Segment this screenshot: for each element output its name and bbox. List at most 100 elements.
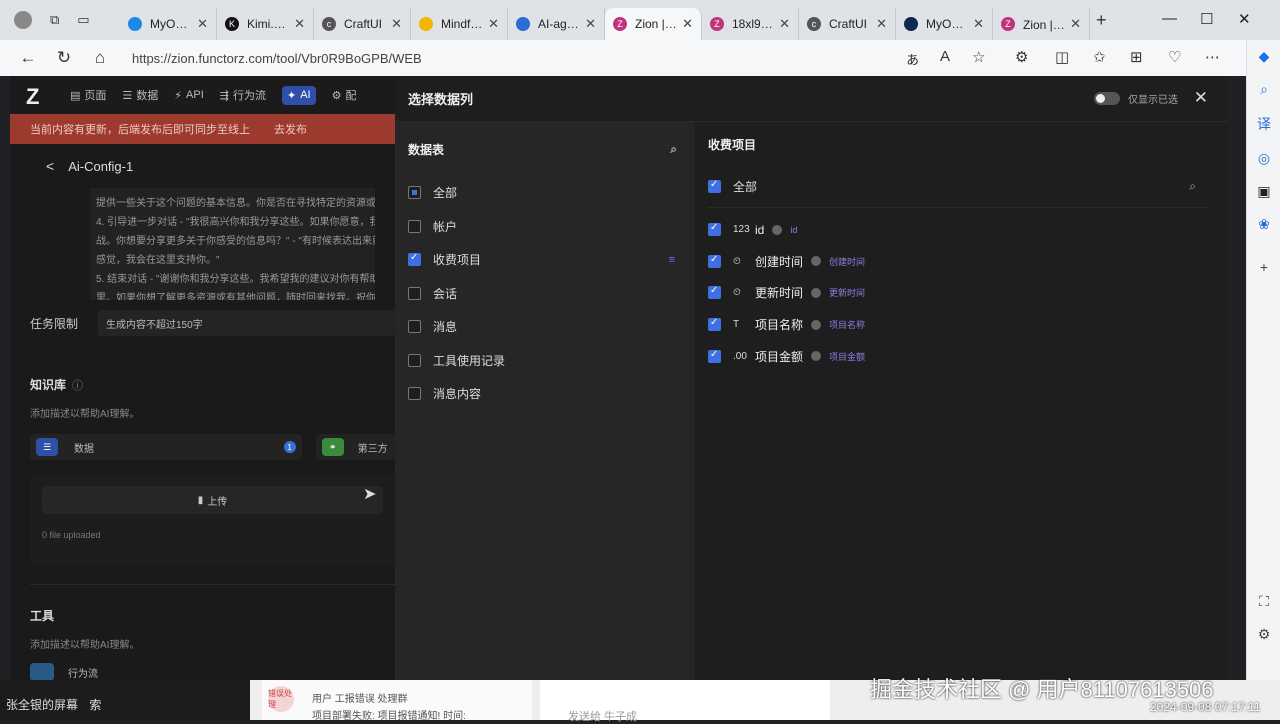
minimize-icon[interactable]: — <box>1162 10 1177 27</box>
table-list-item[interactable]: 工具使用记录 <box>408 344 695 378</box>
baidu-icon[interactable]: ❀ <box>1247 216 1280 233</box>
table-list-item[interactable]: 消息 <box>408 310 695 344</box>
tab-close-icon[interactable]: ✕ <box>294 16 305 32</box>
tab-close-icon[interactable]: ✕ <box>585 16 596 32</box>
field-key: 项目名称 <box>829 320 866 331</box>
select-all-row[interactable]: 全部 ⌕ <box>708 166 1210 208</box>
nav-item[interactable]: ⇶ 行为流 <box>220 86 266 105</box>
workspaces-icon[interactable]: ⧉ <box>50 12 59 28</box>
browser-tab[interactable]: MindfulS ✕ <box>411 8 508 40</box>
back-icon[interactable]: ← <box>10 48 46 68</box>
table-list-item[interactable]: 全部 <box>408 176 695 210</box>
split-screen-icon[interactable]: ◫ <box>1055 48 1069 66</box>
table-checkbox[interactable] <box>408 219 421 233</box>
nav-item[interactable]: ⚡ API <box>174 86 203 105</box>
sidebar-settings-icon[interactable]: ⚙ <box>1247 626 1280 643</box>
translate-icon[interactable]: ぁ <box>905 48 920 69</box>
select-all-checkbox[interactable] <box>708 179 721 193</box>
table-list-item[interactable]: 会话 <box>408 277 695 311</box>
filter-icon[interactable]: ≡ <box>669 254 675 266</box>
field-checkbox[interactable] <box>708 254 721 268</box>
profile-avatar[interactable] <box>14 11 32 29</box>
screenshot-icon[interactable]: ⛶ <box>1247 593 1280 610</box>
close-icon[interactable]: ✕ <box>1194 88 1208 108</box>
tool-item[interactable]: 行为流 <box>30 663 395 680</box>
extensions-icon[interactable]: ⚙ <box>1015 48 1028 66</box>
publish-link[interactable]: 去发布 <box>274 121 307 137</box>
favorites-icon[interactable]: ✩ <box>1093 48 1106 66</box>
reload-icon[interactable]: ↻ <box>46 48 82 68</box>
tab-close-icon[interactable]: ✕ <box>779 16 790 32</box>
tab-close-icon[interactable]: ✕ <box>391 16 402 32</box>
message-preview[interactable]: 错误处理 用户 工报错误 处理群 项目部署失败: 项目报错通知! 时间: <box>262 680 532 722</box>
tab-close-icon[interactable]: ✕ <box>682 16 693 32</box>
task-limit-input[interactable]: 生成内容不超过150字 <box>98 310 395 336</box>
kb-data-card[interactable]: ☰ 数据 1 <box>30 434 302 460</box>
kb-third-party-card[interactable]: ⚭ 第三方 <box>315 434 395 460</box>
table-checkbox[interactable] <box>408 252 421 267</box>
field-search-icon[interactable]: ⌕ <box>1189 179 1196 194</box>
add-sidebar-icon[interactable]: + <box>1247 259 1280 275</box>
tab-close-icon[interactable]: ✕ <box>197 16 208 32</box>
chat-input[interactable]: 发送给 牛子成 <box>540 680 830 723</box>
browser-tab[interactable]: MyOwnC ✕ <box>120 8 217 40</box>
nav-item[interactable]: ▤ 页面 <box>70 86 106 105</box>
table-list-item[interactable]: 帐户 <box>408 210 695 244</box>
table-checkbox[interactable] <box>408 186 421 200</box>
tab-close-icon[interactable]: ✕ <box>488 16 499 32</box>
maximize-icon[interactable]: ☐ <box>1200 10 1213 28</box>
close-window-icon[interactable]: ✕ <box>1238 10 1251 28</box>
nav-item[interactable]: ⚙ 配 <box>332 86 357 105</box>
browser-tab[interactable]: Z Zion | 起 ✕ <box>993 8 1090 40</box>
new-tab-button[interactable]: + <box>1096 10 1107 31</box>
tab-close-icon[interactable]: ✕ <box>1070 16 1081 32</box>
field-row[interactable]: ⏲ 更新时间 更新时间 <box>708 277 1228 309</box>
upload-button[interactable]: ▮ 上传 <box>42 486 383 514</box>
table-checkbox[interactable] <box>408 387 421 401</box>
screen-share-label: 张全银的屏幕 索 <box>0 680 250 720</box>
search-icon[interactable]: ⌕ <box>670 142 677 157</box>
read-aloud-icon[interactable]: A <box>940 48 950 65</box>
table-checkbox[interactable] <box>408 286 421 300</box>
table-checkbox[interactable] <box>408 353 421 367</box>
more-menu-icon[interactable]: ⋯ <box>1205 48 1220 66</box>
field-row[interactable]: .00 项目金额 项目金额 <box>708 340 1228 372</box>
home-icon[interactable]: ⌂ <box>82 48 118 68</box>
url-field[interactable]: https://zion.functorz.com/tool/Vbr0R9BoG… <box>132 51 422 66</box>
table-checkbox[interactable] <box>408 320 421 334</box>
performance-icon[interactable]: ♡ <box>1168 48 1181 66</box>
browser-tab[interactable]: Z Zion | my✕ <box>605 8 702 40</box>
favorite-star-icon[interactable]: ☆ <box>972 48 985 66</box>
field-checkbox[interactable] <box>708 349 721 363</box>
browser-tab[interactable]: Z 18xl920q ✕ <box>702 8 799 40</box>
field-checkbox[interactable] <box>708 285 721 300</box>
chat-sidebar-icon[interactable]: ◎ <box>1247 150 1280 167</box>
field-row[interactable]: ⏲ 创建时间 创建时间 <box>708 246 1228 278</box>
search-icon[interactable]: ⌕ <box>1247 81 1280 98</box>
back-arrow-icon[interactable]: < <box>46 158 54 174</box>
browser-tab[interactable]: c CraftUI ✕ <box>799 8 896 40</box>
vertical-tabs-icon[interactable]: ▭ <box>77 12 89 28</box>
show-selected-toggle[interactable] <box>1094 92 1120 105</box>
browser-tab[interactable]: c CraftUI ✕ <box>314 8 411 40</box>
field-checkbox[interactable] <box>708 317 721 332</box>
tab-close-icon[interactable]: ✕ <box>876 16 887 32</box>
table-list-item[interactable]: 消息内容 <box>408 377 695 411</box>
zion-logo[interactable]: Z <box>26 84 48 109</box>
info-icon[interactable]: ⓘ <box>72 380 83 392</box>
field-row[interactable]: 123 id id <box>708 214 1228 246</box>
figma-icon[interactable]: ▣ <box>1247 183 1280 200</box>
field-row[interactable]: T 项目名称 项目名称 <box>708 309 1228 341</box>
table-list-item[interactable]: 收费项目 ≡ <box>408 243 695 277</box>
nav-item[interactable]: ☰ 数据 <box>122 86 158 105</box>
copilot-icon[interactable]: ◆ <box>1247 48 1280 65</box>
collections-icon[interactable]: ⊞ <box>1130 48 1143 66</box>
tab-close-icon[interactable]: ✕ <box>973 16 984 32</box>
prompt-text-area[interactable]: 提供一些关于这个问题的基本信息。你是否在寻找特定的资源或建议 4. 引导进一步对话… <box>90 188 375 300</box>
browser-tab[interactable]: MyOwnC ✕ <box>896 8 993 40</box>
browser-tab[interactable]: AI-agent ✕ <box>508 8 605 40</box>
translate-sidebar-icon[interactable]: 译 <box>1247 114 1280 134</box>
nav-item[interactable]: ✦ AI <box>281 85 316 105</box>
browser-tab[interactable]: K Kimi.ai - !✕ <box>217 8 314 40</box>
field-checkbox[interactable] <box>708 222 721 237</box>
